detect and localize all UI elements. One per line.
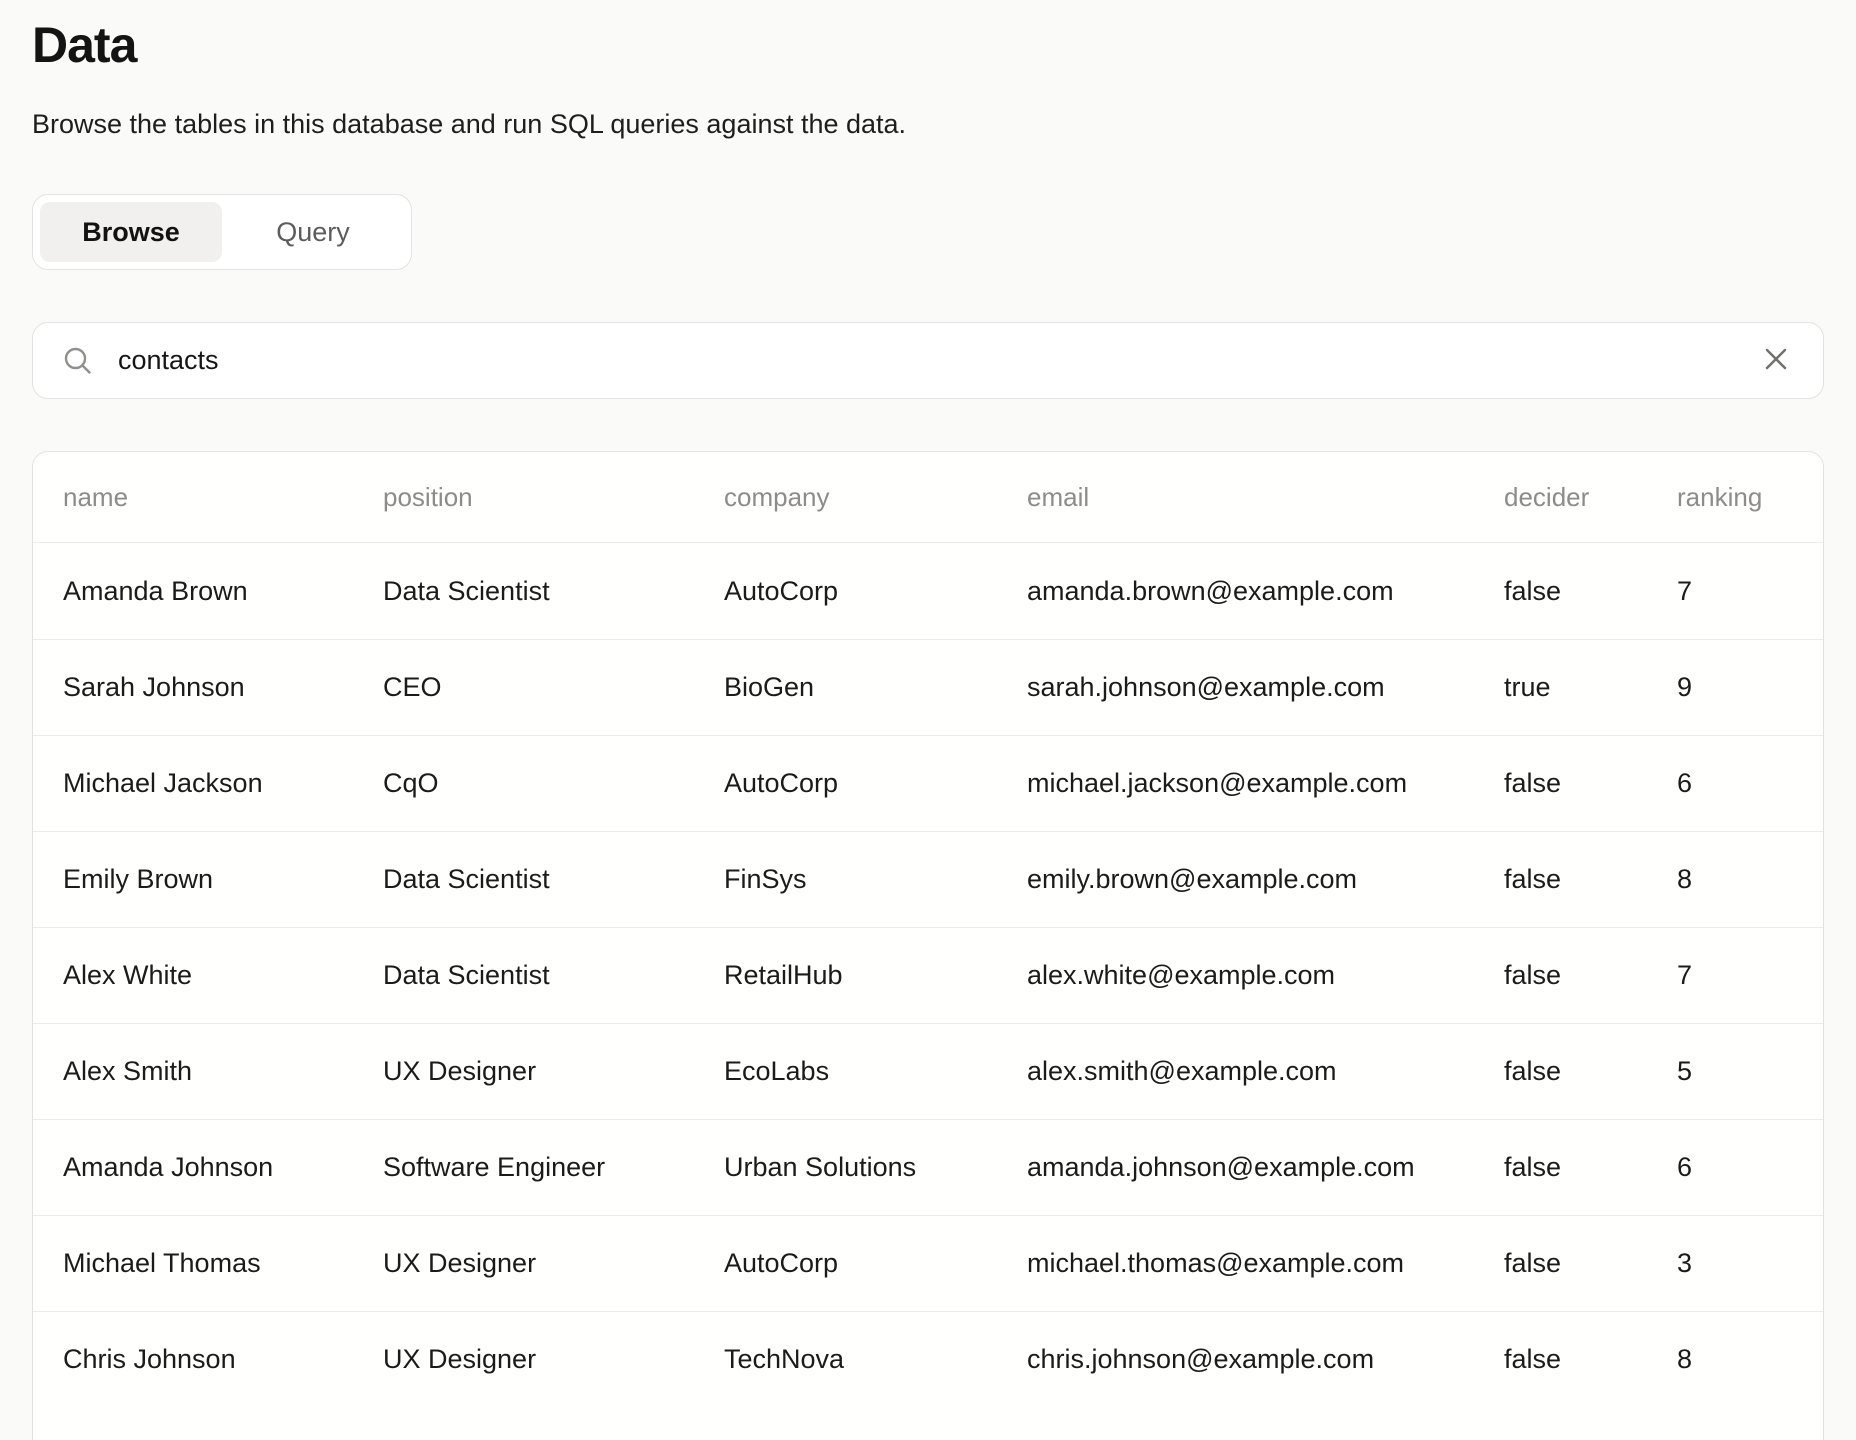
column-header-position: position [383,452,724,542]
cell-email: amanda.johnson@example.com [1027,1120,1504,1215]
table-search-bar [32,322,1824,399]
cell-company: RetailHub [724,928,1027,1023]
cell-email: michael.thomas@example.com [1027,1216,1504,1311]
cell-company: BioGen [724,640,1027,735]
tab-browse[interactable]: Browse [40,202,222,262]
cell-company: TechNova [724,1312,1027,1407]
cell-ranking: 6 [1677,736,1823,831]
cell-company: AutoCorp [724,1216,1027,1311]
table-row[interactable]: Chris Johnson UX Designer TechNova chris… [33,1311,1823,1407]
cell-decider: false [1504,1024,1677,1119]
cell-decider: false [1504,1216,1677,1311]
cell-company: Urban Solutions [724,1120,1027,1215]
cell-email: alex.smith@example.com [1027,1024,1504,1119]
cell-name: Sarah Johnson [33,640,383,735]
table-row[interactable]: Amanda Johnson Software Engineer Urban S… [33,1119,1823,1215]
cell-email: emily.brown@example.com [1027,832,1504,927]
cell-decider: false [1504,832,1677,927]
table-body: Amanda Brown Data Scientist AutoCorp ama… [33,543,1823,1440]
cell-ranking: 3 [1677,1216,1823,1311]
search-icon [61,344,95,378]
cell-position: CEO [383,640,724,735]
cell-name: Amanda Johnson [33,1120,383,1215]
close-icon [1761,344,1791,377]
cell-position: Software Engineer [383,1120,724,1215]
cell-ranking: 5 [1677,1024,1823,1119]
cell-ranking: 8 [1677,832,1823,927]
table-row[interactable]: Alex Smith UX Designer EcoLabs alex.smit… [33,1023,1823,1119]
cell-company: FinSys [724,832,1027,927]
contacts-table: name position company email decider rank… [32,451,1824,1440]
cell-company: AutoCorp [724,736,1027,831]
cell-position: Data Scientist [383,832,724,927]
cell-decider: false [1504,736,1677,831]
cell-company: EcoLabs [724,1024,1027,1119]
table-row[interactable]: Emily Brown Data Scientist FinSys emily.… [33,831,1823,927]
cell-name: Emily Brown [33,832,383,927]
cell-decider: false [1504,1120,1677,1215]
cell-position: UX Designer [383,1312,724,1407]
cell-ranking: 9 [1677,640,1823,735]
cell-name: Amanda Brown [33,543,383,639]
cell-decider: false [1504,928,1677,1023]
view-mode-tabs: Browse Query [32,194,412,270]
table-header-row: name position company email decider rank… [33,452,1823,543]
cell-name: Alex White [33,928,383,1023]
table-row[interactable]: Michael Thomas UX Designer AutoCorp mich… [33,1215,1823,1311]
cell-position: Data Scientist [383,543,724,639]
cell-position: UX Designer [383,1024,724,1119]
cell-name: Michael Jackson [33,736,383,831]
cell-position: UX Designer [383,1216,724,1311]
page-subtitle: Browse the tables in this database and r… [32,106,1824,142]
cell-decider: true [1504,640,1677,735]
cell-name: Michael Thomas [33,1216,383,1311]
cell-decider: false [1504,543,1677,639]
cell-ranking: 7 [1677,543,1823,639]
cell-ranking: 8 [1677,1312,1823,1407]
cell-decider: false [1504,1312,1677,1407]
data-page: Data Browse the tables in this database … [0,0,1856,1440]
cell-ranking: 6 [1677,1120,1823,1215]
cell-ranking: 7 [1677,928,1823,1023]
column-header-email: email [1027,452,1504,542]
clear-search-button[interactable] [1757,340,1795,381]
cell-email: alex.white@example.com [1027,928,1504,1023]
table-row[interactable]: Sarah Johnson CEO BioGen sarah.johnson@e… [33,639,1823,735]
cell-position: Data Scientist [383,928,724,1023]
cell-email: sarah.johnson@example.com [1027,640,1504,735]
cell-company: AutoCorp [724,543,1027,639]
page-title: Data [32,0,1824,73]
column-header-ranking: ranking [1677,452,1823,542]
cell-name: Chris Johnson [33,1312,383,1407]
table-row[interactable]: Michael Jackson CqO AutoCorp michael.jac… [33,735,1823,831]
search-input[interactable] [118,345,1757,376]
cell-email: michael.jackson@example.com [1027,736,1504,831]
column-header-decider: decider [1504,452,1677,542]
tab-query[interactable]: Query [222,202,404,262]
cell-email: amanda.brown@example.com [1027,543,1504,639]
table-row[interactable]: Amanda Brown Data Scientist AutoCorp ama… [33,543,1823,639]
cell-name: Alex Smith [33,1024,383,1119]
cell-position: CqO [383,736,724,831]
column-header-company: company [724,452,1027,542]
table-row[interactable]: Alex White Data Scientist RetailHub alex… [33,927,1823,1023]
cell-email: chris.johnson@example.com [1027,1312,1504,1407]
column-header-name: name [33,452,383,542]
